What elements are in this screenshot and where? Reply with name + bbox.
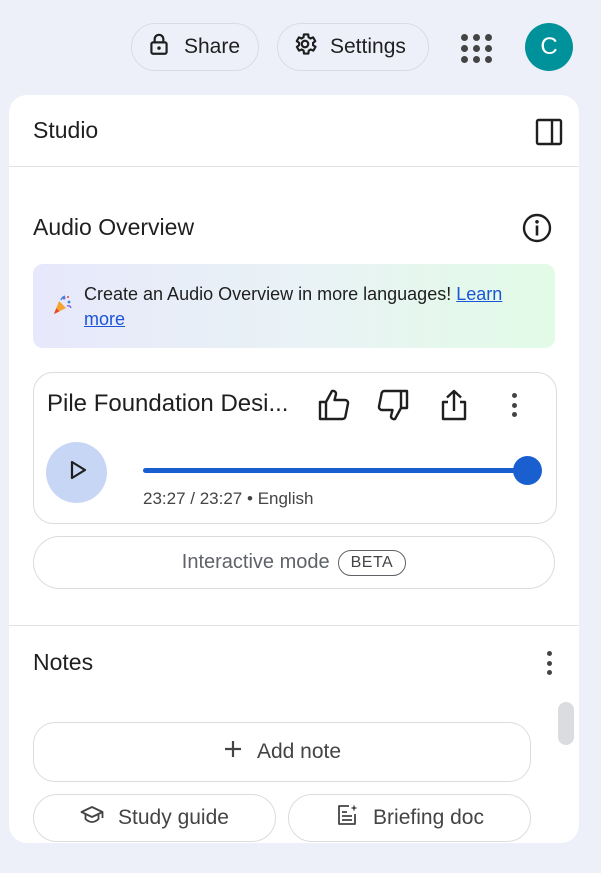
thumbs-down-icon[interactable]: [375, 387, 411, 423]
banner-text: Create an Audio Overview in more languag…: [84, 284, 452, 304]
panel-title: Studio: [33, 117, 99, 143]
more-vert-icon[interactable]: [504, 392, 524, 418]
share-button[interactable]: Share: [131, 23, 259, 71]
beta-badge: BETA: [337, 549, 407, 576]
thumbs-up-icon[interactable]: [316, 387, 352, 423]
collapse-panel-icon[interactable]: [535, 118, 563, 146]
scrollbar[interactable]: [558, 702, 574, 745]
audio-overview-card: Pile Foundation Desi... 23:27 / 23:27 • …: [33, 372, 557, 524]
interactive-mode-button[interactable]: Interactive mode BETA: [33, 536, 555, 589]
plus-icon: [223, 739, 243, 765]
notes-title: Notes: [33, 649, 94, 675]
share-icon[interactable]: [436, 387, 472, 423]
study-guide-label: Study guide: [118, 806, 229, 829]
add-note-button[interactable]: Add note: [33, 722, 531, 782]
banner-text-block: Create an Audio Overview in more languag…: [84, 282, 544, 332]
graduation-cap-icon: [80, 803, 104, 833]
settings-button[interactable]: Settings: [277, 23, 429, 71]
gear-icon: [292, 31, 318, 63]
language-banner: Create an Audio Overview in more languag…: [33, 264, 555, 348]
section-divider: [9, 625, 579, 626]
meta-separator: •: [247, 489, 253, 508]
audio-language: English: [257, 489, 314, 508]
lock-icon: [146, 31, 172, 63]
apps-grid-icon[interactable]: [460, 31, 494, 65]
briefing-doc-button[interactable]: Briefing doc: [288, 794, 531, 842]
study-guide-button[interactable]: Study guide: [33, 794, 276, 842]
play-button[interactable]: [46, 442, 107, 503]
studio-panel: Studio Audio Overview Create an Audio Ov…: [9, 95, 579, 843]
audio-title[interactable]: Pile Foundation Desi...: [47, 390, 299, 418]
progress-slider[interactable]: [143, 456, 542, 485]
audio-meta: 23:27 / 23:27 • English: [143, 489, 313, 509]
panel-header: Studio: [9, 95, 579, 167]
briefing-doc-label: Briefing doc: [373, 806, 484, 829]
settings-label: Settings: [330, 35, 406, 58]
notes-more-vert-icon[interactable]: [539, 649, 559, 677]
interactive-mode-label: Interactive mode: [181, 551, 330, 573]
progress-thumb[interactable]: [513, 456, 542, 485]
briefing-doc-icon: [335, 803, 359, 833]
play-icon: [65, 458, 89, 487]
top-bar: Share Settings C: [0, 0, 601, 94]
audio-overview-title: Audio Overview: [33, 214, 195, 240]
share-label: Share: [184, 35, 241, 58]
info-icon[interactable]: [521, 212, 553, 244]
audio-time: 23:27 / 23:27: [143, 489, 243, 508]
add-note-label: Add note: [256, 740, 342, 763]
party-popper-icon: [51, 294, 73, 316]
progress-fill: [143, 468, 527, 473]
avatar[interactable]: C: [525, 23, 573, 71]
